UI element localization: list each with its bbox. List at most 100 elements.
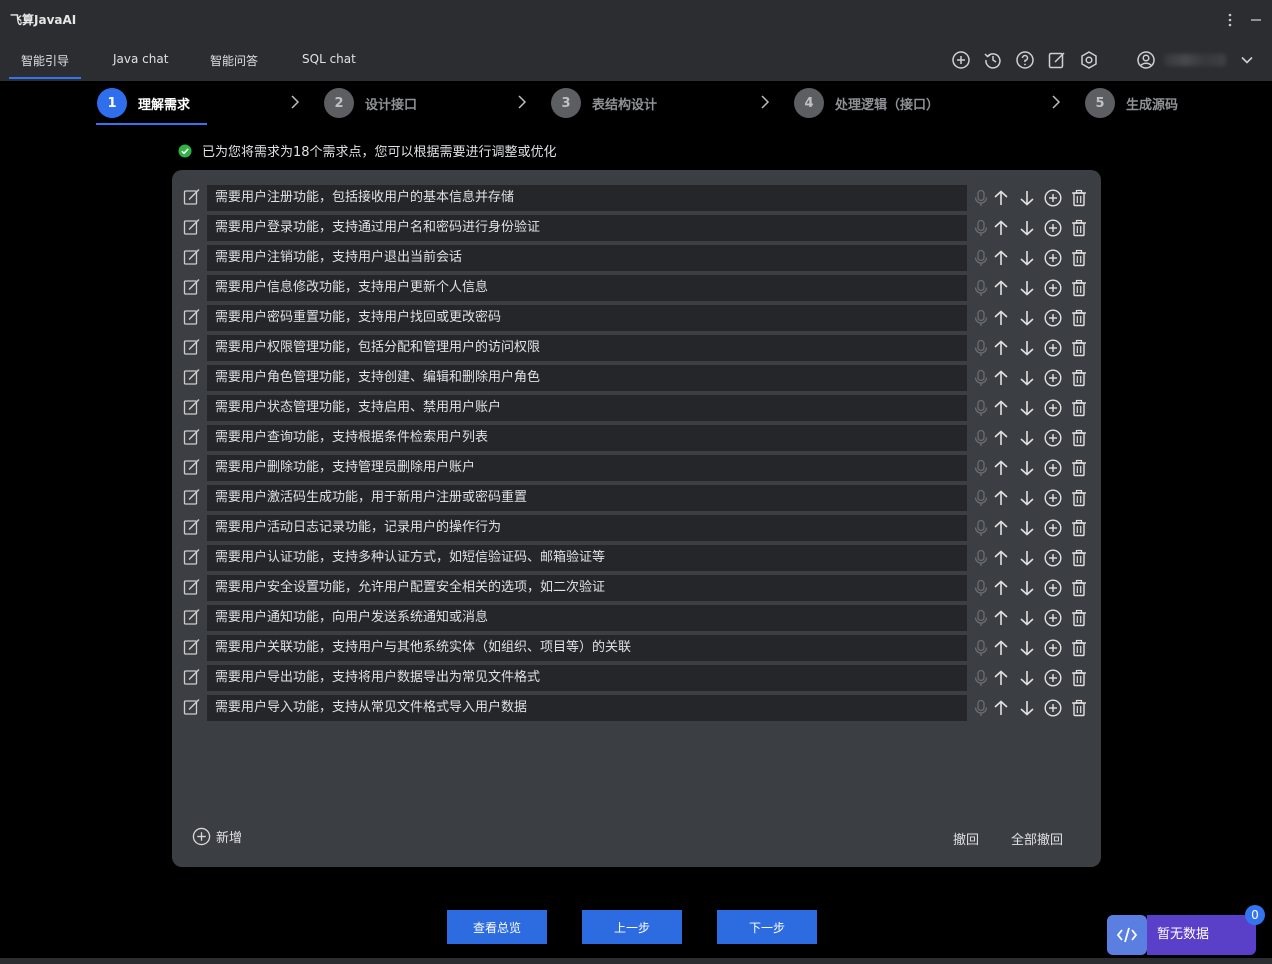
- move-down-icon[interactable]: [1018, 399, 1036, 417]
- move-up-icon[interactable]: [992, 399, 1010, 417]
- edit-icon[interactable]: [183, 578, 201, 596]
- edit-icon[interactable]: [183, 338, 201, 356]
- move-down-icon[interactable]: [1018, 489, 1036, 507]
- insert-icon[interactable]: [1044, 609, 1062, 627]
- edit-icon[interactable]: [183, 638, 201, 656]
- move-down-icon[interactable]: [1018, 519, 1036, 537]
- move-up-icon[interactable]: [992, 429, 1010, 447]
- move-down-icon[interactable]: [1018, 549, 1036, 567]
- edit-icon[interactable]: [183, 398, 201, 416]
- move-up-icon[interactable]: [992, 519, 1010, 537]
- requirement-text[interactable]: 需要用户活动日志记录功能，记录用户的操作行为: [207, 515, 967, 541]
- history-icon[interactable]: [983, 50, 1003, 70]
- insert-icon[interactable]: [1044, 639, 1062, 657]
- edit-icon[interactable]: [183, 488, 201, 506]
- delete-icon[interactable]: [1070, 369, 1088, 387]
- step-generate-code[interactable]: 5 生成源码: [1085, 87, 1178, 119]
- microphone-icon[interactable]: [972, 699, 990, 717]
- delete-icon[interactable]: [1070, 609, 1088, 627]
- move-down-icon[interactable]: [1018, 579, 1036, 597]
- move-up-icon[interactable]: [992, 669, 1010, 687]
- microphone-icon[interactable]: [972, 429, 990, 447]
- move-down-icon[interactable]: [1018, 669, 1036, 687]
- requirement-text[interactable]: 需要用户密码重置功能，支持用户找回或更改密码: [207, 305, 967, 331]
- step-table-design[interactable]: 3 表结构设计: [551, 87, 657, 119]
- minimize-icon[interactable]: [1246, 10, 1266, 30]
- undo-button[interactable]: 撤回: [953, 829, 979, 848]
- move-down-icon[interactable]: [1018, 609, 1036, 627]
- tab-sql-chat[interactable]: SQL chat: [302, 52, 356, 66]
- move-down-icon[interactable]: [1018, 309, 1036, 327]
- requirement-text[interactable]: 需要用户安全设置功能，允许用户配置安全相关的选项，如二次验证: [207, 575, 967, 601]
- insert-icon[interactable]: [1044, 309, 1062, 327]
- edit-icon[interactable]: [183, 278, 201, 296]
- insert-icon[interactable]: [1044, 429, 1062, 447]
- microphone-icon[interactable]: [972, 669, 990, 687]
- delete-icon[interactable]: [1070, 459, 1088, 477]
- delete-icon[interactable]: [1070, 489, 1088, 507]
- delete-icon[interactable]: [1070, 579, 1088, 597]
- insert-icon[interactable]: [1044, 399, 1062, 417]
- requirement-text[interactable]: 需要用户权限管理功能，包括分配和管理用户的访问权限: [207, 335, 967, 361]
- microphone-icon[interactable]: [972, 579, 990, 597]
- requirement-text[interactable]: 需要用户激活码生成功能，用于新用户注册或密码重置: [207, 485, 967, 511]
- requirement-text[interactable]: 需要用户状态管理功能，支持启用、禁用用户账户: [207, 395, 967, 421]
- edit-icon[interactable]: [183, 698, 201, 716]
- microphone-icon[interactable]: [972, 489, 990, 507]
- move-down-icon[interactable]: [1018, 639, 1036, 657]
- microphone-icon[interactable]: [972, 249, 990, 267]
- insert-icon[interactable]: [1044, 339, 1062, 357]
- insert-icon[interactable]: [1044, 369, 1062, 387]
- settings-icon[interactable]: [1079, 50, 1099, 70]
- user-avatar-icon[interactable]: [1136, 50, 1156, 70]
- edit-icon[interactable]: [183, 518, 201, 536]
- tab-smart-qa[interactable]: 智能问答: [210, 52, 258, 69]
- move-up-icon[interactable]: [992, 249, 1010, 267]
- delete-icon[interactable]: [1070, 339, 1088, 357]
- edit-icon[interactable]: [183, 548, 201, 566]
- insert-icon[interactable]: [1044, 669, 1062, 687]
- move-down-icon[interactable]: [1018, 699, 1036, 717]
- move-down-icon[interactable]: [1018, 279, 1036, 297]
- tab-java-chat[interactable]: Java chat: [113, 52, 168, 66]
- move-up-icon[interactable]: [992, 189, 1010, 207]
- move-down-icon[interactable]: [1018, 339, 1036, 357]
- microphone-icon[interactable]: [972, 309, 990, 327]
- delete-icon[interactable]: [1070, 549, 1088, 567]
- requirement-text[interactable]: 需要用户关联功能，支持用户与其他系统实体（如组织、项目等）的关联: [207, 635, 967, 661]
- chevron-down-icon[interactable]: [1237, 50, 1257, 70]
- add-requirement-button[interactable]: 新增: [192, 827, 242, 846]
- edit-icon[interactable]: [183, 248, 201, 266]
- edit-icon[interactable]: [183, 308, 201, 326]
- move-down-icon[interactable]: [1018, 459, 1036, 477]
- requirement-text[interactable]: 需要用户信息修改功能，支持用户更新个人信息: [207, 275, 967, 301]
- tab-smart-guide[interactable]: 智能引导: [21, 52, 69, 69]
- next-step-button[interactable]: 下一步: [717, 910, 817, 944]
- code-icon[interactable]: [1107, 915, 1147, 955]
- edit-icon[interactable]: [183, 218, 201, 236]
- move-up-icon[interactable]: [992, 309, 1010, 327]
- step-design-api[interactable]: 2 设计接口: [324, 87, 417, 119]
- delete-icon[interactable]: [1070, 669, 1088, 687]
- move-up-icon[interactable]: [992, 609, 1010, 627]
- move-up-icon[interactable]: [992, 339, 1010, 357]
- insert-icon[interactable]: [1044, 579, 1062, 597]
- requirement-text[interactable]: 需要用户导出功能，支持将用户数据导出为常见文件格式: [207, 665, 967, 691]
- delete-icon[interactable]: [1070, 699, 1088, 717]
- microphone-icon[interactable]: [972, 639, 990, 657]
- requirement-text[interactable]: 需要用户角色管理功能，支持创建、编辑和删除用户角色: [207, 365, 967, 391]
- edit-icon[interactable]: [183, 188, 201, 206]
- insert-icon[interactable]: [1044, 279, 1062, 297]
- delete-icon[interactable]: [1070, 189, 1088, 207]
- step-logic[interactable]: 4 处理逻辑（接口）: [794, 87, 939, 119]
- requirement-text[interactable]: 需要用户删除功能，支持管理员删除用户账户: [207, 455, 967, 481]
- microphone-icon[interactable]: [972, 339, 990, 357]
- view-overview-button[interactable]: 查看总览: [447, 910, 547, 944]
- microphone-icon[interactable]: [972, 609, 990, 627]
- move-up-icon[interactable]: [992, 219, 1010, 237]
- move-up-icon[interactable]: [992, 489, 1010, 507]
- move-up-icon[interactable]: [992, 369, 1010, 387]
- microphone-icon[interactable]: [972, 279, 990, 297]
- microphone-icon[interactable]: [972, 459, 990, 477]
- edit-icon[interactable]: [183, 458, 201, 476]
